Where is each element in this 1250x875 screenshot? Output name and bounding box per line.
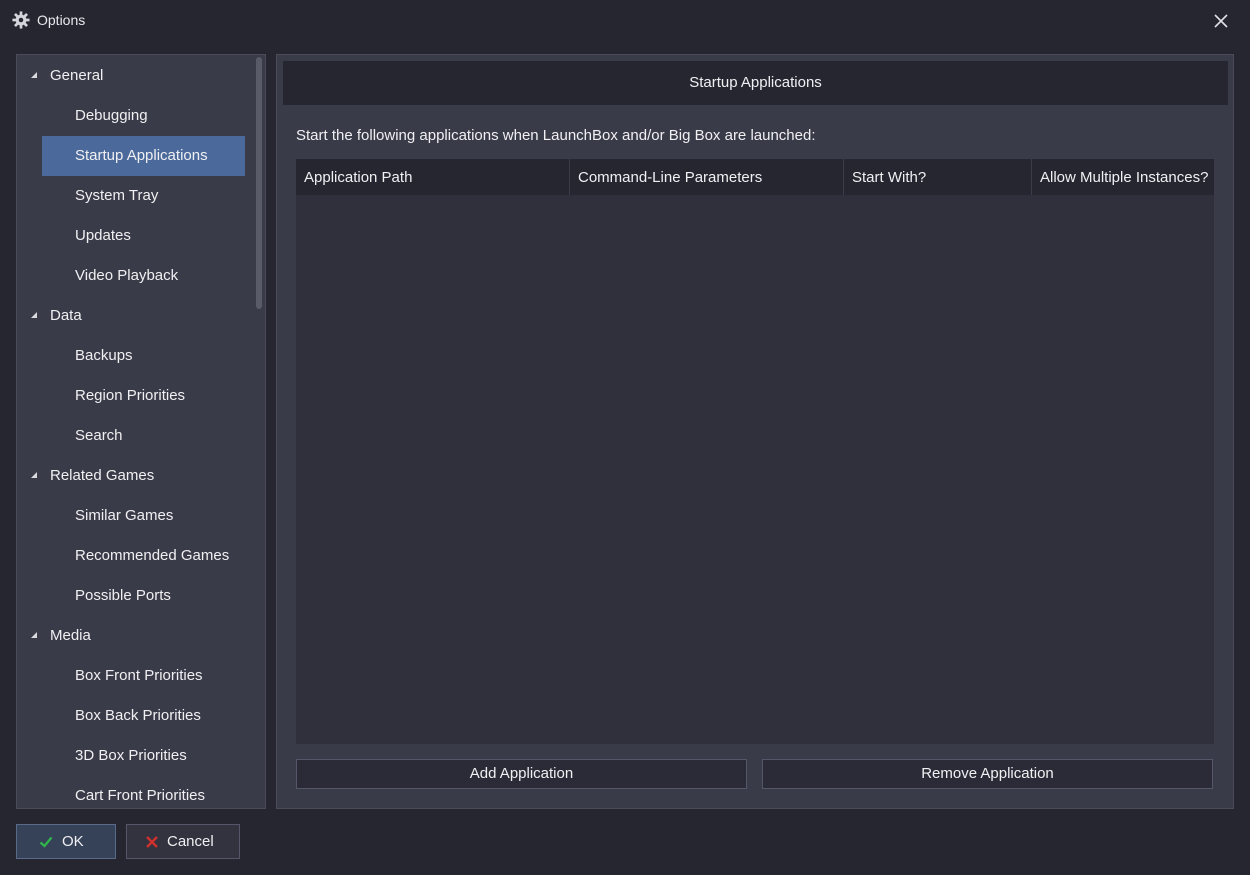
tree-item-label: Backups xyxy=(75,347,133,364)
close-icon xyxy=(1214,14,1228,28)
tree-group-data[interactable]: Data xyxy=(17,296,257,336)
tree-group-related-games[interactable]: Related Games xyxy=(17,456,257,496)
sidebar-item-possible-ports[interactable]: Possible Ports xyxy=(42,576,245,616)
sidebar-item-recommended-games[interactable]: Recommended Games xyxy=(42,536,245,576)
sidebar-item-cart-front-priorities[interactable]: Cart Front Priorities xyxy=(42,776,245,808)
cancel-label: Cancel xyxy=(167,833,214,850)
x-mark-icon xyxy=(146,836,158,848)
tree-group-general[interactable]: General xyxy=(17,56,257,96)
table-header: Application Path Command-Line Parameters… xyxy=(296,159,1214,195)
checkmark-icon xyxy=(39,836,53,848)
options-sidebar: General Debugging Startup Applications Syst… xyxy=(16,54,266,809)
tree-item-label: Possible Ports xyxy=(75,587,171,604)
tree-item-label: Cart Front Priorities xyxy=(75,787,206,804)
panel-title: Startup Applications xyxy=(283,61,1228,105)
startup-applications-table[interactable]: Application Path Command-Line Parameters… xyxy=(296,159,1214,744)
scrollbar-thumb[interactable] xyxy=(256,57,262,309)
tree-item-label: Debugging xyxy=(75,107,148,124)
panel-description: Start the following applications when La… xyxy=(296,127,816,144)
sidebar-item-video-playback[interactable]: Video Playback xyxy=(42,256,245,296)
column-header-command-line-parameters[interactable]: Command-Line Parameters xyxy=(570,159,844,195)
sidebar-item-box-back-priorities[interactable]: Box Back Priorities xyxy=(42,696,245,736)
sidebar-item-box-front-priorities[interactable]: Box Front Priorities xyxy=(42,656,245,696)
sidebar-item-similar-games[interactable]: Similar Games xyxy=(42,496,245,536)
title-bar: Options xyxy=(0,0,1250,42)
window-title: Options xyxy=(37,12,86,28)
tree-group-media[interactable]: Media xyxy=(17,616,257,656)
remove-application-button[interactable]: Remove Application xyxy=(762,759,1213,789)
tree-item-label: Related Games xyxy=(50,467,155,484)
sidebar-item-region-priorities[interactable]: Region Priorities xyxy=(42,376,245,416)
expand-arrow-icon[interactable] xyxy=(31,632,37,638)
expand-arrow-icon[interactable] xyxy=(31,72,37,78)
tree-item-label: Data xyxy=(50,307,82,324)
tree-item-label: Recommended Games xyxy=(75,547,230,564)
sidebar-scrollbar[interactable] xyxy=(255,55,265,808)
sidebar-item-updates[interactable]: Updates xyxy=(42,216,245,256)
tree-item-label: Video Playback xyxy=(75,267,179,284)
tree-item-label: Startup Applications xyxy=(75,147,208,164)
tree-item-label: Media xyxy=(50,627,91,644)
tree-item-label: General xyxy=(50,67,104,84)
column-header-start-with[interactable]: Start With? xyxy=(844,159,1032,195)
add-application-button[interactable]: Add Application xyxy=(296,759,747,789)
tree-item-label: Region Priorities xyxy=(75,387,186,404)
sidebar-item-3d-box-priorities[interactable]: 3D Box Priorities xyxy=(42,736,245,776)
tree-item-label: 3D Box Priorities xyxy=(75,747,187,764)
sidebar-item-debugging[interactable]: Debugging xyxy=(42,96,245,136)
main-panel: Startup Applications Start the following… xyxy=(276,54,1234,809)
column-header-allow-multiple-instances[interactable]: Allow Multiple Instances? xyxy=(1032,159,1214,195)
sidebar-item-system-tray[interactable]: System Tray xyxy=(42,176,245,216)
options-window: Options General Debugging Startup Applicat… xyxy=(0,0,1250,875)
ok-label: OK xyxy=(62,833,84,850)
expand-arrow-icon[interactable] xyxy=(31,472,37,478)
tree-item-label: Similar Games xyxy=(75,507,174,524)
tree-item-label: Search xyxy=(75,427,123,444)
tree-item-label: Box Front Priorities xyxy=(75,667,203,684)
close-button[interactable] xyxy=(1206,6,1236,36)
sidebar-item-backups[interactable]: Backups xyxy=(42,336,245,376)
gear-icon xyxy=(12,11,30,29)
tree-item-label: Box Back Priorities xyxy=(75,707,201,724)
sidebar-item-startup-applications[interactable]: Startup Applications xyxy=(42,136,245,176)
tree-item-label: Updates xyxy=(75,227,131,244)
tree-item-label: System Tray xyxy=(75,187,159,204)
table-body[interactable] xyxy=(296,195,1214,744)
column-header-application-path[interactable]: Application Path xyxy=(296,159,570,195)
sidebar-item-search[interactable]: Search xyxy=(42,416,245,456)
cancel-button[interactable]: Cancel xyxy=(126,824,240,859)
ok-button[interactable]: OK xyxy=(16,824,116,859)
expand-arrow-icon[interactable] xyxy=(31,312,37,318)
